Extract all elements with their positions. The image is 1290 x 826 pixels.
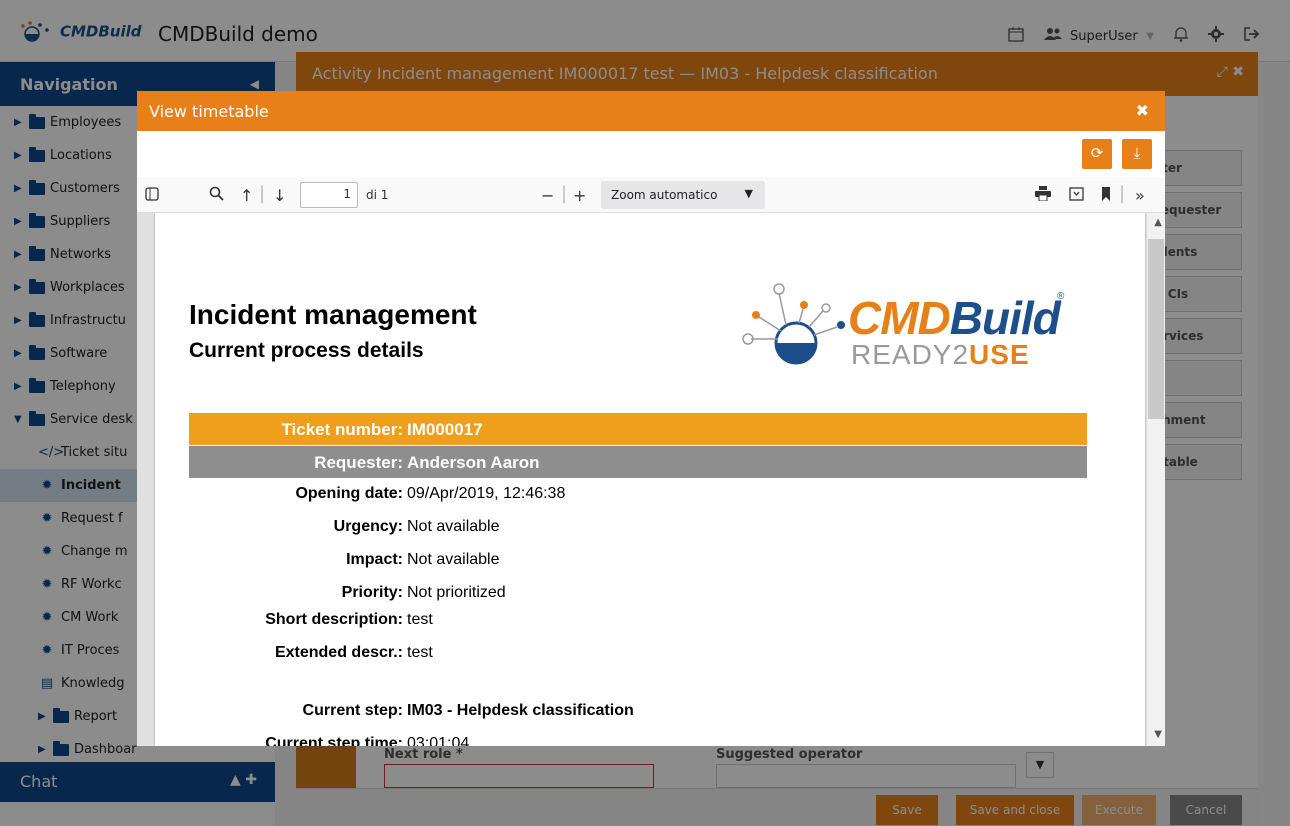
registered-mark: ®	[1057, 291, 1065, 302]
opening-date-row: Opening date: 09/Apr/2019, 12:46:38	[189, 485, 1087, 509]
print-icon[interactable]	[1035, 186, 1051, 205]
refresh-button[interactable]: ⟳	[1082, 139, 1112, 169]
ticket-number-value: IM000017	[407, 420, 483, 439]
view-timetable-modal: View timetable ✖ ⟳ ⤓ ↑ | ↓ 1 di 1 − | + …	[137, 91, 1165, 746]
toolbar-separator: |	[561, 183, 568, 204]
modal-title: View timetable	[149, 102, 269, 121]
search-icon[interactable]	[209, 186, 224, 205]
pdf-scrollbar[interactable]: ▲ ▼	[1147, 213, 1165, 746]
field-value: IM03 - Helpdesk classification	[407, 702, 634, 719]
field-value: Not available	[407, 518, 500, 535]
field-value: test	[407, 644, 433, 661]
pdf-toolbar: ↑ | ↓ 1 di 1 − | + Zoom automatico ▼ | »	[137, 177, 1165, 213]
download-button[interactable]: ⤓	[1122, 139, 1152, 169]
ticket-number-label: Ticket number:	[281, 420, 403, 439]
bookmark-icon[interactable]	[1101, 186, 1111, 205]
scroll-up-icon[interactable]: ▲	[1154, 217, 1162, 228]
toolbar-separator: |	[1119, 183, 1126, 204]
field-value: Not available	[407, 551, 500, 568]
page-count: di 1	[366, 188, 389, 202]
field-label: Urgency:	[333, 518, 403, 535]
modal-header: View timetable ✖	[137, 91, 1165, 131]
more-tools-icon[interactable]: »	[1135, 186, 1145, 205]
ready2use-logo: CMDBuild READY2USE ®	[741, 273, 1081, 383]
field-label: Extended descr.:	[274, 644, 403, 661]
chevron-down-icon: ▼	[744, 187, 753, 200]
zoom-value: Zoom automatico	[611, 188, 718, 202]
field-value: 09/Apr/2019, 12:46:38	[407, 485, 566, 502]
current-step-time-row: Current step time: 03:01:04	[189, 735, 1087, 746]
page-number-input[interactable]: 1	[300, 182, 358, 208]
ticket-number-row: Ticket number: IM000017	[189, 413, 1087, 445]
zoom-out-icon[interactable]: −	[541, 186, 554, 205]
short-description-row: Short description: test	[189, 611, 1087, 635]
field-label: Opening date:	[295, 485, 403, 502]
brand-subtitle: READY2USE	[851, 339, 1030, 370]
scroll-down-icon[interactable]: ▼	[1154, 729, 1162, 740]
close-icon[interactable]: ✖	[1136, 101, 1149, 120]
document-subtitle: Current process details	[189, 339, 424, 362]
field-label: Current step time:	[265, 735, 403, 746]
field-value: test	[407, 611, 433, 628]
field-value: 03:01:04	[407, 735, 470, 746]
download-icon: ⤓	[1133, 144, 1141, 162]
zoom-select[interactable]: Zoom automatico ▼	[601, 181, 765, 209]
priority-row: Priority: Not prioritized	[189, 584, 1087, 608]
brand-name: CMDBuild	[848, 292, 1061, 344]
scroll-thumb[interactable]	[1148, 239, 1164, 419]
save-icon[interactable]	[1069, 186, 1084, 205]
pdf-viewer[interactable]: Incident management Current process deta…	[137, 213, 1165, 746]
refresh-icon: ⟳	[1090, 144, 1104, 162]
toolbar-separator: |	[259, 183, 266, 204]
current-step-row: Current step: IM03 - Helpdesk classifica…	[189, 702, 1087, 726]
zoom-in-icon[interactable]: +	[573, 186, 586, 205]
arrow-up-icon[interactable]: ↑	[240, 186, 253, 205]
field-value: Not prioritized	[407, 584, 506, 601]
logo-graphic-icon	[742, 283, 845, 365]
extended-description-row: Extended descr.: test	[189, 644, 1087, 668]
impact-row: Impact: Not available	[189, 551, 1087, 575]
requester-label: Requester:	[314, 453, 403, 472]
arrow-down-icon[interactable]: ↓	[273, 186, 286, 205]
field-label: Current step:	[302, 702, 403, 719]
pdf-page: Incident management Current process deta…	[155, 213, 1145, 746]
modal-toolbar: ⟳ ⤓	[137, 131, 1165, 177]
sidebar-toggle-icon[interactable]	[145, 186, 159, 205]
field-label: Priority:	[341, 584, 403, 601]
field-label: Impact:	[346, 551, 403, 568]
requester-value: Anderson Aaron	[407, 453, 540, 472]
requester-row: Requester: Anderson Aaron	[189, 446, 1087, 478]
document-title: Incident management	[189, 299, 477, 330]
field-label: Short description:	[265, 611, 403, 628]
urgency-row: Urgency: Not available	[189, 518, 1087, 542]
